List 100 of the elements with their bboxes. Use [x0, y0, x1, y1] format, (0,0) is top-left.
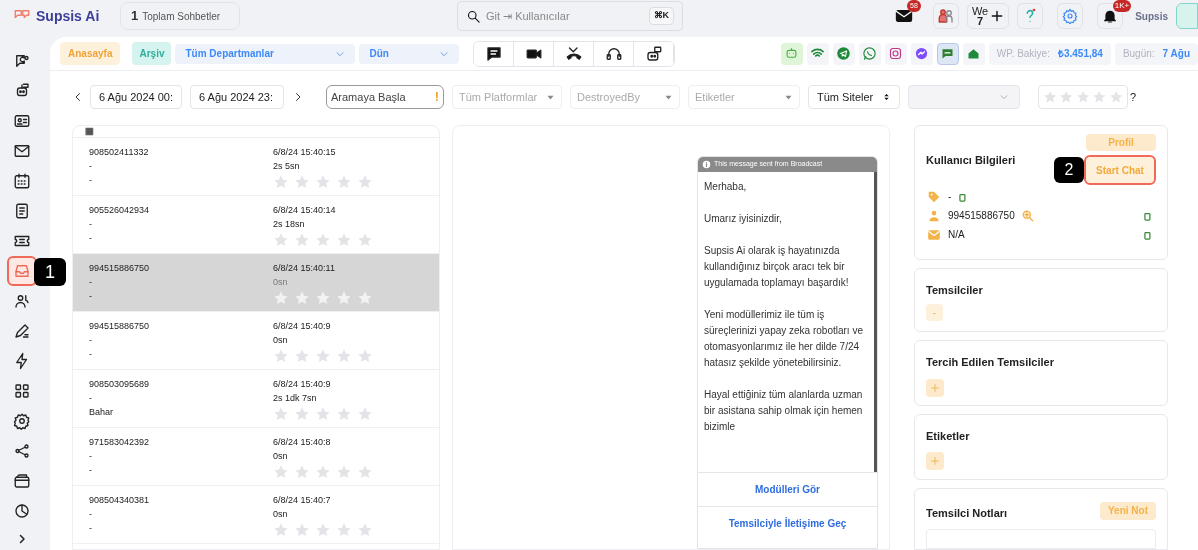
star-icon [357, 174, 373, 190]
row-text: Bahar [89, 406, 115, 418]
timestamp: 6/8/24 15:40:9 [273, 378, 332, 390]
star-icon [336, 522, 352, 538]
department-dropdown[interactable]: Tüm Departmanlar [175, 43, 356, 64]
instagram-icon [888, 46, 904, 61]
phone-number: 908504340381 [89, 494, 151, 506]
star-icon [294, 174, 310, 190]
star-icon [315, 522, 331, 538]
share-icon [13, 442, 31, 460]
period-dropdown[interactable]: Dün [359, 43, 460, 64]
row-text: - [89, 450, 93, 462]
channel-filter[interactable] [780, 42, 803, 65]
star-icon [294, 232, 310, 248]
search-field[interactable]: Git ⇥ Kullanıcılar ⌘K [457, 1, 683, 31]
star-icon [336, 348, 352, 364]
workspace-label: We [971, 6, 989, 16]
plus-icon [929, 455, 941, 468]
team-button[interactable] [932, 3, 959, 29]
conversation-row[interactable]: 994515886750 - - 6/8/24 15:40:11 0sn [73, 254, 439, 312]
star-icon [315, 464, 331, 480]
plus-icon [929, 381, 941, 394]
card-title: Temsilciler [926, 282, 984, 298]
calendar-icon [13, 172, 31, 190]
message-text: Supsis Ai olarak iş hayatınızda kullandığınız birçok aracı tek bir uygulamada toplamayı başardık! [704, 244, 850, 290]
search-input[interactable]: Aramaya Başla [331, 88, 435, 106]
settings-button[interactable] [1057, 3, 1084, 29]
pen-icon [13, 322, 31, 340]
star-icon [294, 406, 310, 422]
search-input[interactable]: Git ⇥ Kullanıcılar [486, 7, 644, 25]
message-text: Hayal ettiğiniz tüm alanlarda uzman bir asistana sahip olmak için hemen bizimle [704, 388, 864, 434]
star-icon [1108, 89, 1124, 105]
telegram-icon [836, 46, 852, 61]
workspace-button[interactable]: We 7 [966, 3, 1010, 29]
channel-filter[interactable] [910, 42, 933, 65]
date-field[interactable]: 6 Ağu 2024 00: [90, 85, 182, 109]
phone-number: 971583042392 [89, 436, 151, 448]
channel-filter[interactable] [806, 42, 829, 65]
row-text: - [89, 464, 93, 476]
chat-bubble-icon [13, 52, 31, 70]
row-text: - [89, 160, 93, 172]
row-text: - [89, 334, 93, 346]
chat-count: 1 [131, 7, 139, 26]
representative-tag: - [926, 304, 943, 322]
star-icon [1059, 89, 1074, 105]
mail-icon [13, 142, 31, 160]
star-icon [357, 406, 373, 422]
star-icon [357, 348, 373, 364]
chevron-down-icon [999, 92, 1009, 102]
shortcut-key: ⌘K [648, 7, 674, 25]
row-text: - [89, 218, 93, 230]
message-text: Merhaba, [704, 180, 748, 194]
phone-number: 908502411332 [89, 146, 150, 158]
inbox-icon [13, 262, 31, 280]
info-text: - [948, 190, 952, 204]
star-icon [294, 348, 310, 364]
plus-icon [990, 9, 1005, 23]
star-icon [294, 522, 310, 538]
star-icon [1092, 89, 1107, 105]
mail-icon [893, 7, 914, 25]
star-icon [336, 464, 352, 480]
document-icon [13, 202, 31, 220]
robot-icon [784, 46, 800, 61]
duration: 2s 5sn [273, 160, 301, 172]
zoom-in-icon [1020, 208, 1035, 223]
user-name: Supsis [1135, 9, 1168, 24]
star-icon [273, 348, 289, 364]
card-title: Kullanıcı Bilgileri [926, 153, 1016, 168]
stat-label: WP. Bakiye: [996, 47, 1050, 61]
timestamp: 6/8/24 15:40:15 [273, 146, 337, 158]
home-chat-icon [966, 46, 982, 61]
phone-number: 994515886750 [89, 262, 151, 274]
info-text: 994515886750 [948, 209, 1015, 223]
channel-filter[interactable] [832, 42, 855, 65]
channel-filter[interactable] [936, 42, 959, 65]
search-icon [466, 8, 481, 24]
row-text: - [89, 392, 93, 404]
duration: 0sn [273, 508, 289, 520]
people-icon [936, 7, 955, 25]
phone-number: 994515886750 [89, 320, 151, 332]
help-mark: ? [1130, 89, 1137, 105]
channel-filter[interactable] [962, 42, 985, 65]
star-icon [273, 174, 289, 190]
messenger-icon [914, 46, 930, 61]
sidebar-item[interactable] [7, 256, 37, 286]
mail-icon [926, 227, 942, 242]
star-icon [294, 464, 310, 480]
channel-filter[interactable] [858, 42, 881, 65]
star-icon [357, 464, 373, 480]
star-icon [273, 290, 289, 306]
row-text: - [89, 348, 93, 360]
star-icon [357, 290, 373, 306]
card-title: Etiketler [926, 428, 971, 444]
date-field[interactable]: 6 Ağu 2024 23: [190, 85, 284, 109]
sites-dropdown[interactable]: Tüm Siteler [808, 85, 900, 109]
phone-number: 905526042934 [89, 204, 151, 216]
timestamp: 6/8/24 15:40:11 [273, 262, 336, 274]
star-icon [315, 174, 331, 190]
missed-call-icon [565, 44, 583, 63]
channel-filter[interactable] [884, 42, 907, 65]
